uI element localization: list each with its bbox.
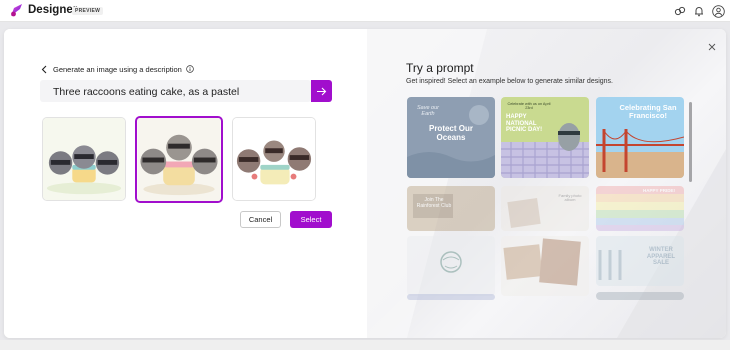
select-button[interactable]: Select bbox=[290, 211, 332, 228]
try-prompt-title: Try a prompt bbox=[406, 61, 474, 75]
cancel-button[interactable]: Cancel bbox=[240, 211, 281, 228]
card-title: WINTER APPAREL SALE bbox=[646, 247, 676, 267]
prompt-card-san-francisco[interactable]: Celebrating San Francisco! bbox=[596, 97, 684, 178]
profile-icon[interactable] bbox=[711, 4, 725, 18]
card-title: Protect Our Oceans bbox=[428, 124, 473, 142]
prompt-gallery-scrollbar[interactable] bbox=[689, 102, 692, 182]
card-title: Celebrating San Francisco! bbox=[619, 103, 677, 121]
app-title: Designer bbox=[28, 4, 78, 16]
result-image-2[interactable] bbox=[135, 116, 223, 203]
card-title: Family photo album bbox=[558, 193, 582, 203]
prompt-card-picnic[interactable]: Celebrate with us on April 23rd HAPPY NA… bbox=[501, 97, 589, 178]
prompt-card-partial-2[interactable] bbox=[596, 292, 684, 300]
info-icon[interactable] bbox=[186, 65, 194, 73]
generate-button[interactable] bbox=[311, 80, 332, 102]
card-script-text: Save our Earth bbox=[416, 105, 439, 118]
prompt-card-partial-1[interactable] bbox=[407, 294, 495, 300]
magic-icon[interactable] bbox=[673, 4, 687, 18]
prompt-card-photos[interactable] bbox=[501, 236, 589, 296]
bell-icon[interactable] bbox=[692, 4, 706, 18]
preview-badge: PREVIEW bbox=[72, 7, 104, 15]
close-icon[interactable] bbox=[707, 42, 717, 52]
chevron-left-icon bbox=[41, 64, 49, 74]
card-title: Join The Rainforest Club bbox=[416, 197, 452, 209]
bottom-strip bbox=[0, 340, 730, 350]
prompt-card-winter-sale[interactable]: WINTER APPAREL SALE bbox=[596, 236, 684, 286]
card-title: HAPPY PRIDE! bbox=[643, 188, 675, 193]
card-title: HAPPY NATIONAL PICNIC DAY! bbox=[506, 114, 543, 134]
prompt-card-oceans[interactable]: Save our Earth Protect Our Oceans bbox=[407, 97, 495, 178]
prompt-card-globe[interactable] bbox=[407, 236, 495, 296]
top-bar: Designer PREVIEW bbox=[0, 0, 730, 22]
back-label: Generate an image using a description bbox=[53, 64, 182, 74]
prompt-card-family-album[interactable]: Family photo album bbox=[501, 186, 589, 231]
try-prompt-subtitle: Get inspired! Select an example below to… bbox=[406, 78, 613, 85]
result-image-1[interactable] bbox=[42, 117, 126, 201]
logo-icon bbox=[11, 4, 22, 17]
prompt-card-pride[interactable]: HAPPY PRIDE! bbox=[596, 186, 684, 231]
card-small-text: Celebrate with us on April 23rd bbox=[507, 102, 551, 111]
prompt-input[interactable]: Three raccoons eating cake, as a pastel bbox=[40, 80, 311, 102]
arrow-right-icon bbox=[317, 87, 327, 95]
result-image-3[interactable] bbox=[232, 117, 316, 201]
prompt-card-rainforest[interactable]: Join The Rainforest Club bbox=[407, 186, 495, 231]
back-link[interactable]: Generate an image using a description bbox=[41, 63, 194, 75]
